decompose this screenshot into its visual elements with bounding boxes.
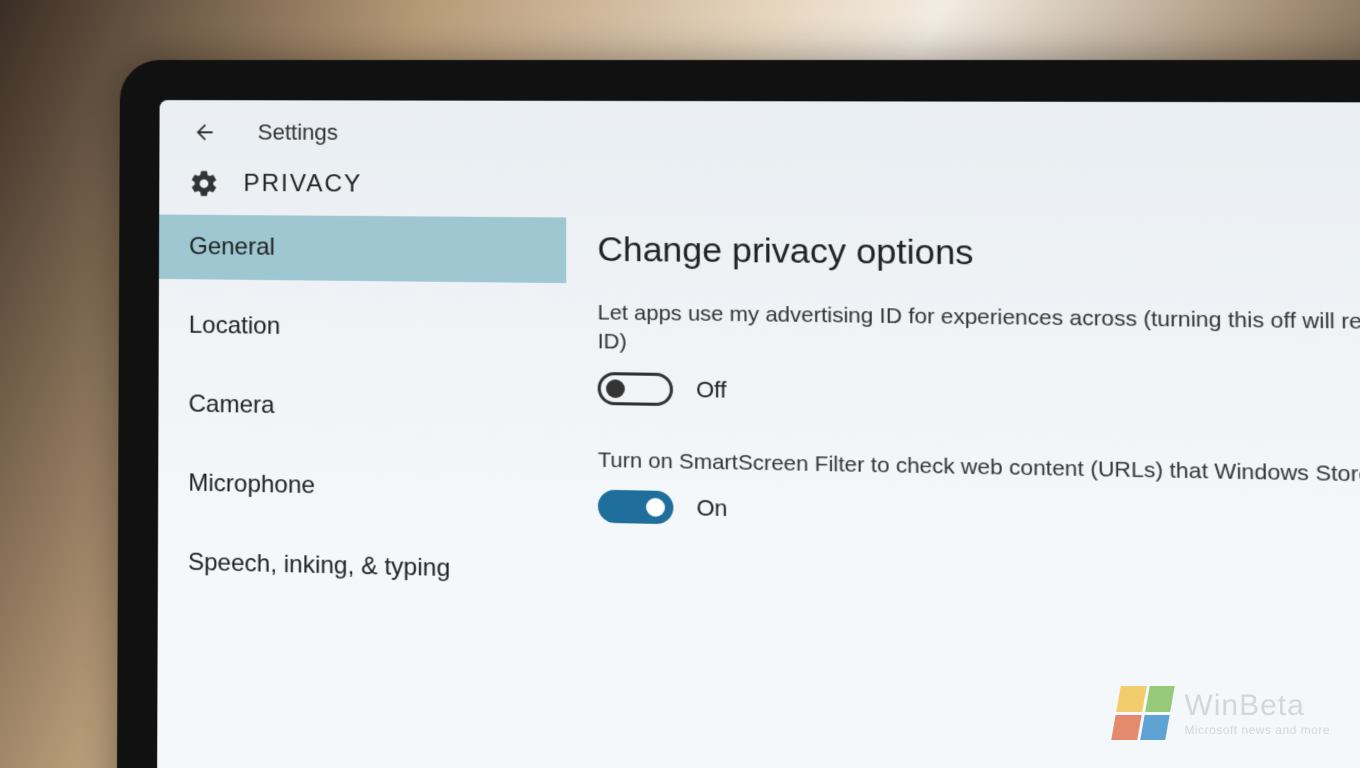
window-titlebar: Settings <box>159 100 1360 166</box>
content-heading: Change privacy options <box>597 230 1360 279</box>
sidebar-item-location[interactable]: Location <box>159 293 567 363</box>
back-arrow-icon <box>192 121 214 143</box>
smartscreen-toggle[interactable] <box>598 490 674 525</box>
sidebar-item-general[interactable]: General <box>159 215 566 284</box>
back-button[interactable] <box>189 118 217 146</box>
gear-icon <box>189 168 219 198</box>
toggle-knob <box>646 498 665 517</box>
sidebar-item-label: Camera <box>189 390 275 419</box>
option-description: Let apps use my advertising ID for exper… <box>598 299 1360 369</box>
sidebar-item-label: General <box>189 233 275 261</box>
laptop-bezel: Settings PRIVACY General Location Camera… <box>117 60 1360 768</box>
sidebar-item-label: Speech, inking, & typing <box>188 548 450 582</box>
main-layout: General Location Camera Microphone Speec… <box>157 215 1360 768</box>
option-description: Turn on SmartScreen Filter to check web … <box>598 446 1360 492</box>
sidebar: General Location Camera Microphone Speec… <box>157 215 567 768</box>
sidebar-item-camera[interactable]: Camera <box>158 372 566 444</box>
sidebar-item-label: Microphone <box>188 469 315 499</box>
toggle-state-label: On <box>696 495 727 523</box>
app-title: Settings <box>258 119 338 146</box>
advertising-id-toggle[interactable] <box>598 372 673 406</box>
settings-window: Settings PRIVACY General Location Camera… <box>157 100 1360 768</box>
category-header: PRIVACY <box>159 160 1360 224</box>
toggle-state-label: Off <box>696 376 727 403</box>
sidebar-item-label: Location <box>189 312 280 340</box>
toggle-knob <box>606 379 625 398</box>
toggle-row: On <box>598 490 1360 542</box>
category-title: PRIVACY <box>243 170 362 199</box>
content-panel: Change privacy options Let apps use my a… <box>566 217 1360 768</box>
toggle-row: Off <box>598 372 1360 419</box>
sidebar-item-speech[interactable]: Speech, inking, & typing <box>158 530 567 605</box>
sidebar-item-microphone[interactable]: Microphone <box>158 451 567 525</box>
